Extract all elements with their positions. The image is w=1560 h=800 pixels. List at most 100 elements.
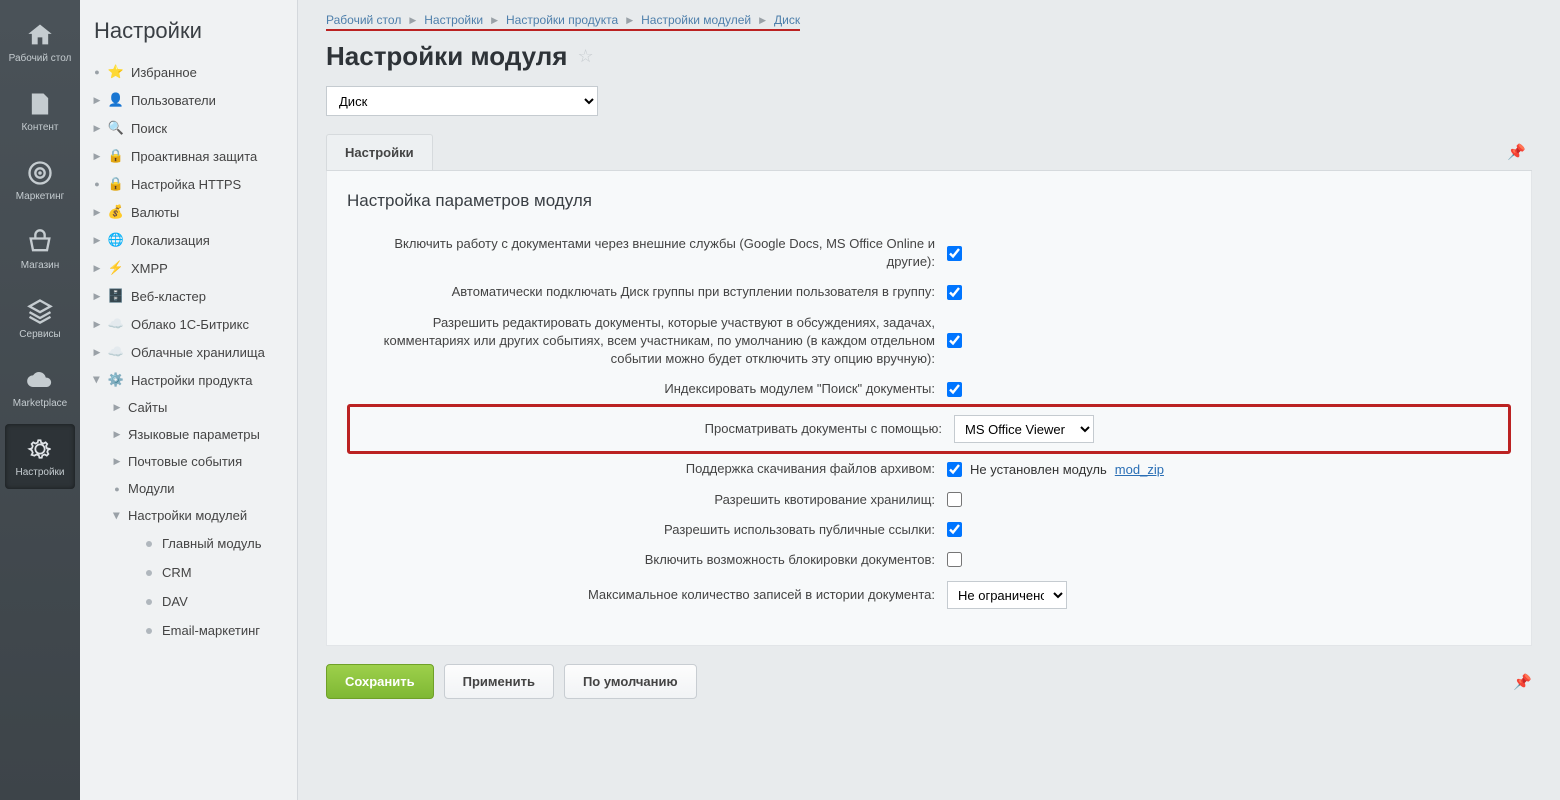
bullet-icon: ●	[92, 67, 102, 77]
select-viewer[interactable]: MS Office Viewer	[954, 415, 1094, 443]
checkbox-lock-docs[interactable]	[947, 552, 962, 567]
document-icon	[26, 90, 54, 118]
checkbox-quota[interactable]	[947, 492, 962, 507]
iconbar-marketplace[interactable]: Marketplace	[5, 355, 75, 420]
breadcrumb-link[interactable]: Рабочий стол	[326, 13, 401, 27]
bolt-icon: ⚡	[108, 260, 124, 276]
iconbar-services[interactable]: Сервисы	[5, 286, 75, 351]
cloud-icon: ☁️	[108, 344, 124, 360]
chevron-down-icon: ▶	[92, 375, 102, 385]
pin-icon[interactable]: 📌	[1507, 143, 1532, 161]
apply-button[interactable]: Применить	[444, 664, 554, 699]
chevron-right-icon: ▶	[92, 207, 102, 217]
form-row-public-links: Разрешить использовать публичные ссылки:	[347, 515, 1511, 545]
checkbox-public-links[interactable]	[947, 522, 962, 537]
dot-icon	[146, 541, 152, 547]
sidebar-item-proactive[interactable]: ▶🔒Проактивная защита	[90, 142, 289, 170]
chevron-right-icon: ▶	[92, 291, 102, 301]
lock-icon: 🔒	[108, 176, 124, 192]
save-button[interactable]: Сохранить	[326, 664, 434, 699]
chevron-right-icon: ▶	[112, 457, 122, 467]
chevron-right-icon: ▶	[491, 15, 498, 26]
lock-icon: 🔒	[108, 148, 124, 164]
checkbox-archive[interactable]	[947, 462, 962, 477]
chevron-right-icon: ▶	[112, 430, 122, 440]
sidebar-item-localization[interactable]: ▶🌐Локализация	[90, 226, 289, 254]
sidebar-item-sites[interactable]: ▶Сайты	[110, 394, 289, 421]
sidebar-item-cloud1c[interactable]: ▶☁️Облако 1С-Битрикс	[90, 310, 289, 338]
chevron-right-icon: ▶	[112, 403, 122, 413]
target-icon	[26, 159, 54, 187]
sidebar-item-favorites[interactable]: ●⭐Избранное	[90, 58, 289, 86]
sidebar-item-product[interactable]: ▶⚙️Настройки продукта	[90, 366, 289, 394]
form-row-lock-docs: Включить возможность блокировки документ…	[347, 545, 1511, 575]
checkbox-index-search[interactable]	[947, 382, 962, 397]
breadcrumb-link[interactable]: Диск	[774, 13, 800, 27]
form-row-archive: Поддержка скачивания файлов архивом: Не …	[347, 454, 1511, 484]
archive-note: Не установлен модуль	[970, 462, 1107, 477]
sidebar-item-currency[interactable]: ▶💰Валюты	[90, 198, 289, 226]
globe-icon: 🌐	[108, 232, 124, 248]
select-history[interactable]: Не ограничено	[947, 581, 1067, 609]
tab-settings[interactable]: Настройки	[326, 134, 433, 170]
chevron-right-icon: ▶	[626, 15, 633, 26]
form-row-index-search: Индексировать модулем "Поиск" документы:	[347, 374, 1511, 404]
gear-icon	[26, 435, 54, 463]
chevron-right-icon: ▶	[92, 319, 102, 329]
chevron-right-icon: ▶	[92, 347, 102, 357]
chevron-right-icon: ▶	[92, 263, 102, 273]
chevron-right-icon: ▶	[92, 95, 102, 105]
sidebar-item-module-settings[interactable]: ▶Настройки модулей	[110, 502, 289, 529]
bullet-icon: ●	[112, 484, 122, 494]
checkbox-allow-edit[interactable]	[947, 333, 962, 348]
default-button[interactable]: По умолчанию	[564, 664, 697, 699]
modzip-link[interactable]: mod_zip	[1115, 462, 1164, 477]
favorite-star-icon[interactable]: ☆	[577, 46, 593, 67]
user-icon: 👤	[108, 92, 124, 108]
chevron-right-icon: ▶	[92, 235, 102, 245]
dot-icon	[146, 570, 152, 576]
form-row-viewer: Просматривать документы с помощью: MS Of…	[347, 404, 1511, 454]
breadcrumb-link[interactable]: Настройки	[424, 13, 483, 27]
iconbar-content[interactable]: Контент	[5, 79, 75, 144]
iconbar-settings[interactable]: Настройки	[5, 424, 75, 489]
sidebar-item-crm[interactable]: CRM	[144, 558, 289, 587]
sidebar-item-email[interactable]: Email-маркетинг	[144, 616, 289, 645]
sidebar-item-lang[interactable]: ▶Языковые параметры	[110, 421, 289, 448]
form-row-history: Максимальное количество записей в истори…	[347, 575, 1511, 615]
currency-icon: 💰	[108, 204, 124, 220]
server-icon: 🗄️	[108, 288, 124, 304]
sidebar-item-search[interactable]: ▶🔍Поиск	[90, 114, 289, 142]
checkbox-auto-connect[interactable]	[947, 285, 962, 300]
gear-icon: ⚙️	[108, 372, 124, 388]
iconbar-shop[interactable]: Магазин	[5, 217, 75, 282]
sidebar-item-mail[interactable]: ▶Почтовые события	[110, 448, 289, 475]
sidebar-item-modules[interactable]: ●Модули	[110, 475, 289, 502]
sidebar-item-https[interactable]: ●🔒Настройка HTTPS	[90, 170, 289, 198]
sidebar-item-xmpp[interactable]: ▶⚡XMPP	[90, 254, 289, 282]
sidebar: Настройки ●⭐Избранное ▶👤Пользователи ▶🔍П…	[80, 0, 298, 800]
form-row-external-docs: Включить работу с документами через внеш…	[347, 229, 1511, 277]
breadcrumb-link[interactable]: Настройки модулей	[641, 13, 751, 27]
module-select[interactable]: Диск	[326, 86, 598, 116]
chevron-right-icon: ▶	[92, 151, 102, 161]
magnifier-icon: 🔍	[108, 120, 124, 136]
sidebar-item-cloudstorage[interactable]: ▶☁️Облачные хранилища	[90, 338, 289, 366]
form-row-auto-connect: Автоматически подключать Диск группы при…	[347, 277, 1511, 307]
tab-bar: Настройки 📌	[326, 134, 1532, 171]
sidebar-item-dav[interactable]: DAV	[144, 587, 289, 616]
sidebar-item-main-module[interactable]: Главный модуль	[144, 529, 289, 558]
iconbar-desktop[interactable]: Рабочий стол	[5, 10, 75, 75]
checkbox-external-docs[interactable]	[947, 246, 962, 261]
settings-panel: Настройка параметров модуля Включить раб…	[326, 171, 1532, 646]
sidebar-item-webcluster[interactable]: ▶🗄️Веб-кластер	[90, 282, 289, 310]
panel-title: Настройка параметров модуля	[347, 191, 1511, 211]
pin-icon[interactable]: 📌	[1513, 673, 1532, 691]
sidebar-item-users[interactable]: ▶👤Пользователи	[90, 86, 289, 114]
iconbar: Рабочий стол Контент Маркетинг Магазин С…	[0, 0, 80, 800]
layers-icon	[26, 297, 54, 325]
main-content: Рабочий стол ▶ Настройки ▶ Настройки проду…	[298, 0, 1560, 800]
bullet-icon: ●	[92, 179, 102, 189]
breadcrumb-link[interactable]: Настройки продукта	[506, 13, 618, 27]
iconbar-marketing[interactable]: Маркетинг	[5, 148, 75, 213]
